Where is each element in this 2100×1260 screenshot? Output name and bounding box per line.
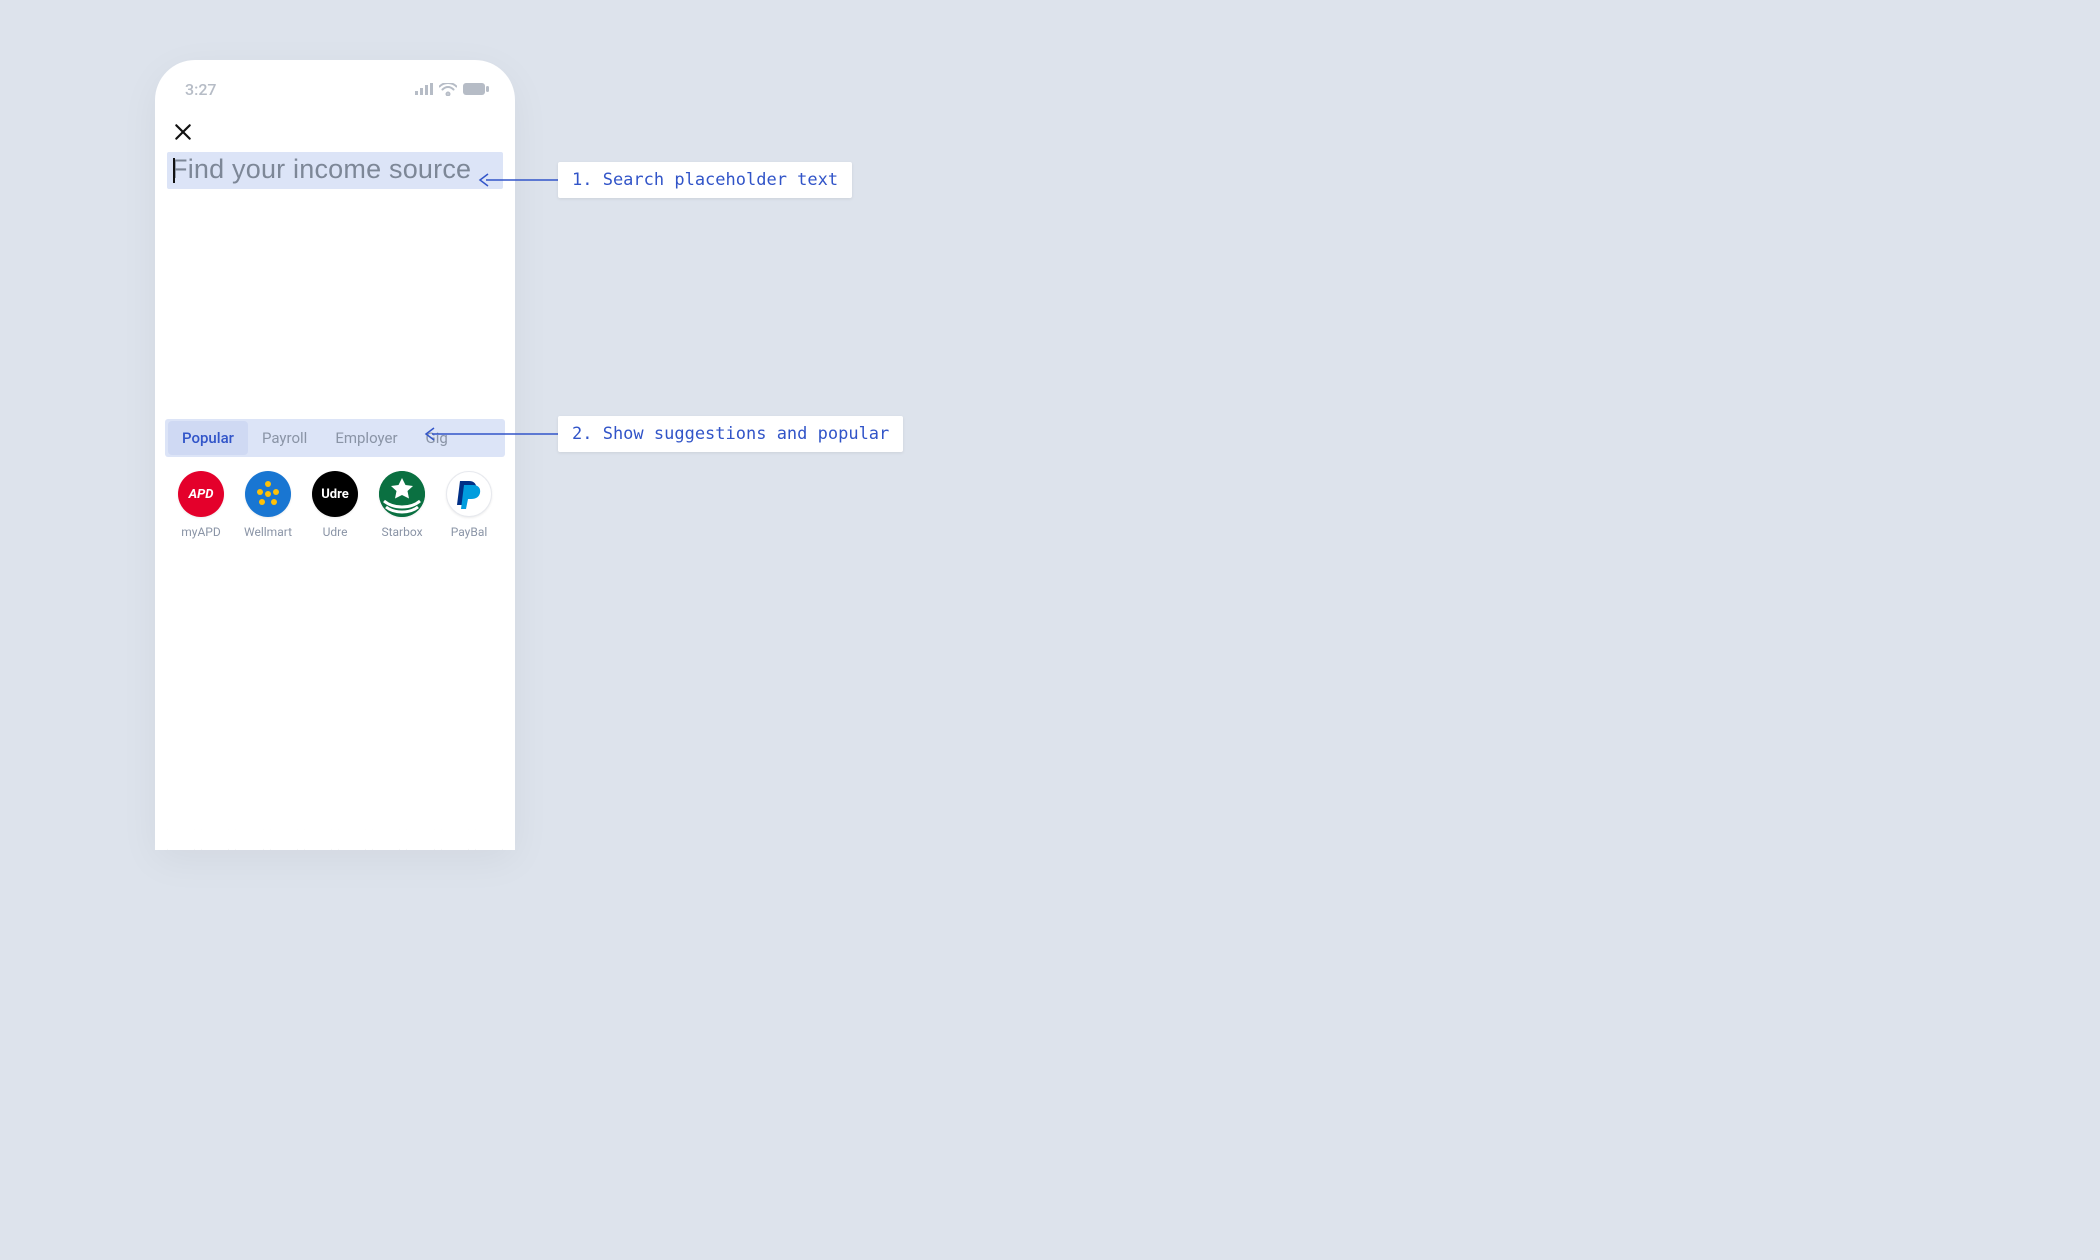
annotation-callout-2: 2. Show suggestions and popular — [558, 416, 903, 452]
tab-popular[interactable]: Popular — [168, 421, 248, 455]
brand-starbox[interactable]: Starbox — [372, 471, 432, 539]
search-highlight — [167, 152, 503, 189]
tab-employer[interactable]: Employer — [321, 421, 411, 455]
wifi-icon — [439, 83, 457, 96]
annotation-callout-1: 1. Search placeholder text — [558, 162, 852, 198]
cellular-icon — [415, 83, 433, 95]
brand-wellmart[interactable]: Wellmart — [238, 471, 298, 539]
brand-label: Starbox — [381, 525, 422, 539]
brand-paybal[interactable]: PayBal — [439, 471, 499, 539]
annotation-arrow-1 — [478, 170, 558, 190]
brand-label: Udre — [323, 525, 348, 539]
brand-suggestions: APD myAPD Wellmart Udre Udre — [155, 457, 515, 539]
keyboard-key[interactable] — [441, 824, 469, 850]
annotation-arrow-2 — [424, 424, 558, 444]
statusbar: 3:27 — [155, 60, 515, 102]
close-icon[interactable] — [173, 122, 193, 142]
keyboard-key[interactable] — [406, 824, 434, 850]
keyboard-key[interactable] — [372, 824, 400, 850]
brand-logo-udre: Udre — [312, 471, 358, 517]
brand-label: Wellmart — [244, 525, 292, 539]
statusbar-time: 3:27 — [185, 80, 217, 99]
brand-logo-wellmart — [245, 471, 291, 517]
keyboard-key[interactable] — [167, 824, 195, 850]
search-input[interactable] — [171, 154, 499, 185]
statusbar-icons — [415, 83, 489, 96]
keyboard-key[interactable] — [270, 824, 298, 850]
brand-label: PayBal — [451, 525, 488, 539]
phone-frame: 3:27 Popular Payroll Employer Gig APD my… — [155, 60, 515, 850]
search-area — [155, 152, 515, 189]
content-gap — [155, 189, 515, 419]
brand-logo-apd: APD — [178, 471, 224, 517]
brand-logo-starbox — [379, 471, 425, 517]
tab-payroll[interactable]: Payroll — [248, 421, 321, 455]
battery-icon — [463, 83, 489, 95]
text-caret — [173, 158, 175, 183]
brand-label: myAPD — [181, 525, 220, 539]
keyboard-key[interactable] — [475, 824, 503, 850]
keyboard-key[interactable] — [201, 824, 229, 850]
keyboard-key[interactable] — [338, 824, 366, 850]
brand-udre[interactable]: Udre Udre — [305, 471, 365, 539]
keyboard-key[interactable] — [235, 824, 263, 850]
close-row — [155, 102, 515, 152]
keyboard-key[interactable] — [304, 824, 332, 850]
brand-myapd[interactable]: APD myAPD — [171, 471, 231, 539]
brand-logo-paybal — [446, 471, 492, 517]
keyboard-row — [167, 824, 503, 850]
